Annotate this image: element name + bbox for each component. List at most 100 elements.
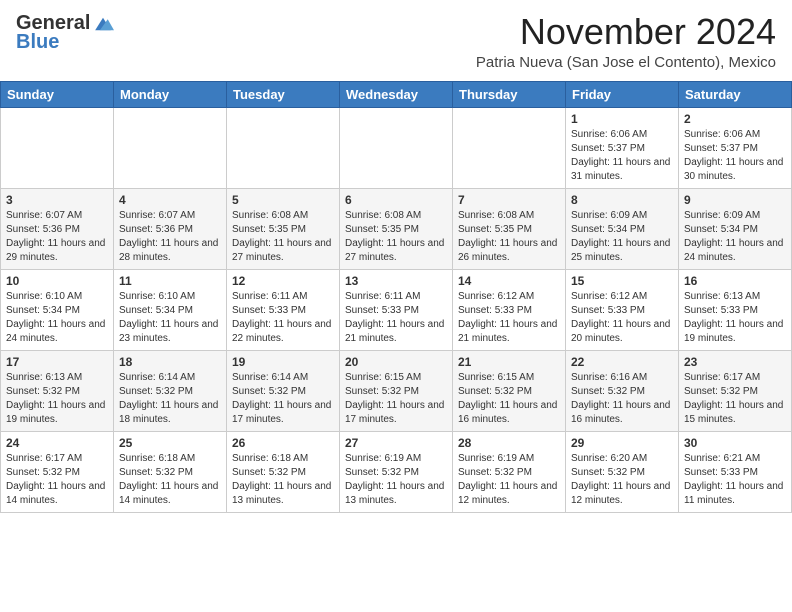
calendar-cell: 2 Sunrise: 6:06 AMSunset: 5:37 PMDaylight…: [679, 107, 792, 188]
day-number: 15: [571, 274, 673, 288]
calendar-cell: 28 Sunrise: 6:19 AMSunset: 5:32 PMDayligh…: [453, 431, 566, 512]
day-info: Sunrise: 6:12 AMSunset: 5:33 PMDaylight:…: [571, 290, 673, 346]
day-number: 4: [119, 193, 221, 207]
calendar-week-row: 1 Sunrise: 6:06 AMSunset: 5:37 PMDaylight…: [1, 107, 792, 188]
calendar-cell: 25Sunrise: 6:18 AMSunset: 5:32 PMDayligh…: [114, 431, 227, 512]
day-info: Sunrise: 6:06 AMSunset: 5:37 PMDaylight:…: [684, 128, 786, 184]
calendar-cell: 30 Sunrise: 6:21 AMSunset: 5:33 PMDayligh…: [679, 431, 792, 512]
day-info: Sunrise: 6:08 AMSunset: 5:35 PMDaylight:…: [458, 209, 560, 265]
calendar-week-row: 10 Sunrise: 6:10 AMSunset: 5:34 PMDayligh…: [1, 269, 792, 350]
day-info: Sunrise: 6:13 AMSunset: 5:32 PMDaylight:…: [6, 371, 108, 427]
weekday-header-sunday: Sunday: [1, 81, 114, 107]
day-info: Sunrise: 6:18 AMSunset: 5:32 PMDaylight:…: [232, 452, 334, 508]
weekday-header-thursday: Thursday: [453, 81, 566, 107]
day-info: Sunrise: 6:15 AMSunset: 5:32 PMDaylight:…: [345, 371, 447, 427]
day-number: 3: [6, 193, 108, 207]
day-info: Sunrise: 6:15 AMSunset: 5:32 PMDaylight:…: [458, 371, 560, 427]
day-info: Sunrise: 6:09 AMSunset: 5:34 PMDaylight:…: [571, 209, 673, 265]
day-info: Sunrise: 6:13 AMSunset: 5:33 PMDaylight:…: [684, 290, 786, 346]
day-number: 1: [571, 112, 673, 126]
day-number: 10: [6, 274, 108, 288]
day-info: Sunrise: 6:11 AMSunset: 5:33 PMDaylight:…: [345, 290, 447, 346]
calendar-week-row: 24Sunrise: 6:17 AMSunset: 5:32 PMDayligh…: [1, 431, 792, 512]
day-number: 19: [232, 355, 334, 369]
calendar-cell: [1, 107, 114, 188]
day-info: Sunrise: 6:17 AMSunset: 5:32 PMDaylight:…: [684, 371, 786, 427]
calendar-cell: 12Sunrise: 6:11 AMSunset: 5:33 PMDayligh…: [227, 269, 340, 350]
calendar-cell: 3 Sunrise: 6:07 AMSunset: 5:36 PMDaylight…: [1, 188, 114, 269]
day-number: 27: [345, 436, 447, 450]
page-header: General Blue November 2024 Patria Nueva …: [0, 0, 792, 77]
calendar-cell: 9 Sunrise: 6:09 AMSunset: 5:34 PMDaylight…: [679, 188, 792, 269]
calendar-cell: 16 Sunrise: 6:13 AMSunset: 5:33 PMDayligh…: [679, 269, 792, 350]
month-title: November 2024: [476, 12, 776, 52]
day-number: 13: [345, 274, 447, 288]
calendar-cell: [453, 107, 566, 188]
day-info: Sunrise: 6:17 AMSunset: 5:32 PMDaylight:…: [6, 452, 108, 508]
weekday-header-saturday: Saturday: [679, 81, 792, 107]
weekday-header-tuesday: Tuesday: [227, 81, 340, 107]
calendar-cell: 19 Sunrise: 6:14 AMSunset: 5:32 PMDayligh…: [227, 350, 340, 431]
day-number: 14: [458, 274, 560, 288]
day-number: 18: [119, 355, 221, 369]
day-number: 30: [684, 436, 786, 450]
day-number: 7: [458, 193, 560, 207]
calendar-cell: [114, 107, 227, 188]
calendar-cell: 21 Sunrise: 6:15 AMSunset: 5:32 PMDayligh…: [453, 350, 566, 431]
day-number: 8: [571, 193, 673, 207]
calendar-cell: [227, 107, 340, 188]
calendar-cell: 6Sunrise: 6:08 AMSunset: 5:35 PMDaylight…: [340, 188, 453, 269]
day-info: Sunrise: 6:06 AMSunset: 5:37 PMDaylight:…: [571, 128, 673, 184]
day-info: Sunrise: 6:10 AMSunset: 5:34 PMDaylight:…: [6, 290, 108, 346]
day-number: 17: [6, 355, 108, 369]
day-info: Sunrise: 6:20 AMSunset: 5:32 PMDaylight:…: [571, 452, 673, 508]
day-info: Sunrise: 6:12 AMSunset: 5:33 PMDaylight:…: [458, 290, 560, 346]
day-number: 21: [458, 355, 560, 369]
calendar-cell: 1 Sunrise: 6:06 AMSunset: 5:37 PMDaylight…: [566, 107, 679, 188]
day-number: 11: [119, 274, 221, 288]
day-info: Sunrise: 6:19 AMSunset: 5:32 PMDaylight:…: [458, 452, 560, 508]
calendar-week-row: 17 Sunrise: 6:13 AMSunset: 5:32 PMDayligh…: [1, 350, 792, 431]
logo-blue-text: Blue: [16, 31, 59, 54]
calendar-week-row: 3 Sunrise: 6:07 AMSunset: 5:36 PMDaylight…: [1, 188, 792, 269]
day-number: 29: [571, 436, 673, 450]
calendar-cell: 4 Sunrise: 6:07 AMSunset: 5:36 PMDaylight…: [114, 188, 227, 269]
calendar-cell: 10 Sunrise: 6:10 AMSunset: 5:34 PMDayligh…: [1, 269, 114, 350]
calendar-cell: 8 Sunrise: 6:09 AMSunset: 5:34 PMDaylight…: [566, 188, 679, 269]
calendar-cell: 24Sunrise: 6:17 AMSunset: 5:32 PMDayligh…: [1, 431, 114, 512]
day-number: 16: [684, 274, 786, 288]
calendar-cell: 15 Sunrise: 6:12 AMSunset: 5:33 PMDayligh…: [566, 269, 679, 350]
day-info: Sunrise: 6:21 AMSunset: 5:33 PMDaylight:…: [684, 452, 786, 508]
day-number: 9: [684, 193, 786, 207]
day-number: 26: [232, 436, 334, 450]
day-info: Sunrise: 6:07 AMSunset: 5:36 PMDaylight:…: [119, 209, 221, 265]
day-number: 28: [458, 436, 560, 450]
day-info: Sunrise: 6:09 AMSunset: 5:34 PMDaylight:…: [684, 209, 786, 265]
day-info: Sunrise: 6:18 AMSunset: 5:32 PMDaylight:…: [119, 452, 221, 508]
day-info: Sunrise: 6:14 AMSunset: 5:32 PMDaylight:…: [232, 371, 334, 427]
weekday-header-row: SundayMondayTuesdayWednesdayThursdayFrid…: [1, 81, 792, 107]
calendar-cell: 14 Sunrise: 6:12 AMSunset: 5:33 PMDayligh…: [453, 269, 566, 350]
calendar-cell: 11Sunrise: 6:10 AMSunset: 5:34 PMDayligh…: [114, 269, 227, 350]
day-number: 5: [232, 193, 334, 207]
day-info: Sunrise: 6:08 AMSunset: 5:35 PMDaylight:…: [232, 209, 334, 265]
calendar-cell: 7 Sunrise: 6:08 AMSunset: 5:35 PMDaylight…: [453, 188, 566, 269]
day-number: 22: [571, 355, 673, 369]
calendar-cell: 20 Sunrise: 6:15 AMSunset: 5:32 PMDayligh…: [340, 350, 453, 431]
day-number: 12: [232, 274, 334, 288]
calendar-cell: 5 Sunrise: 6:08 AMSunset: 5:35 PMDaylight…: [227, 188, 340, 269]
calendar-cell: 29 Sunrise: 6:20 AMSunset: 5:32 PMDayligh…: [566, 431, 679, 512]
day-number: 2: [684, 112, 786, 126]
calendar-cell: 27 Sunrise: 6:19 AMSunset: 5:32 PMDayligh…: [340, 431, 453, 512]
weekday-header-friday: Friday: [566, 81, 679, 107]
calendar-cell: 23 Sunrise: 6:17 AMSunset: 5:32 PMDayligh…: [679, 350, 792, 431]
calendar-cell: [340, 107, 453, 188]
logo: General Blue: [16, 12, 114, 54]
day-number: 20: [345, 355, 447, 369]
day-info: Sunrise: 6:16 AMSunset: 5:32 PMDaylight:…: [571, 371, 673, 427]
day-number: 23: [684, 355, 786, 369]
day-info: Sunrise: 6:19 AMSunset: 5:32 PMDaylight:…: [345, 452, 447, 508]
calendar-cell: 18 Sunrise: 6:14 AMSunset: 5:32 PMDayligh…: [114, 350, 227, 431]
day-info: Sunrise: 6:07 AMSunset: 5:36 PMDaylight:…: [6, 209, 108, 265]
day-info: Sunrise: 6:14 AMSunset: 5:32 PMDaylight:…: [119, 371, 221, 427]
